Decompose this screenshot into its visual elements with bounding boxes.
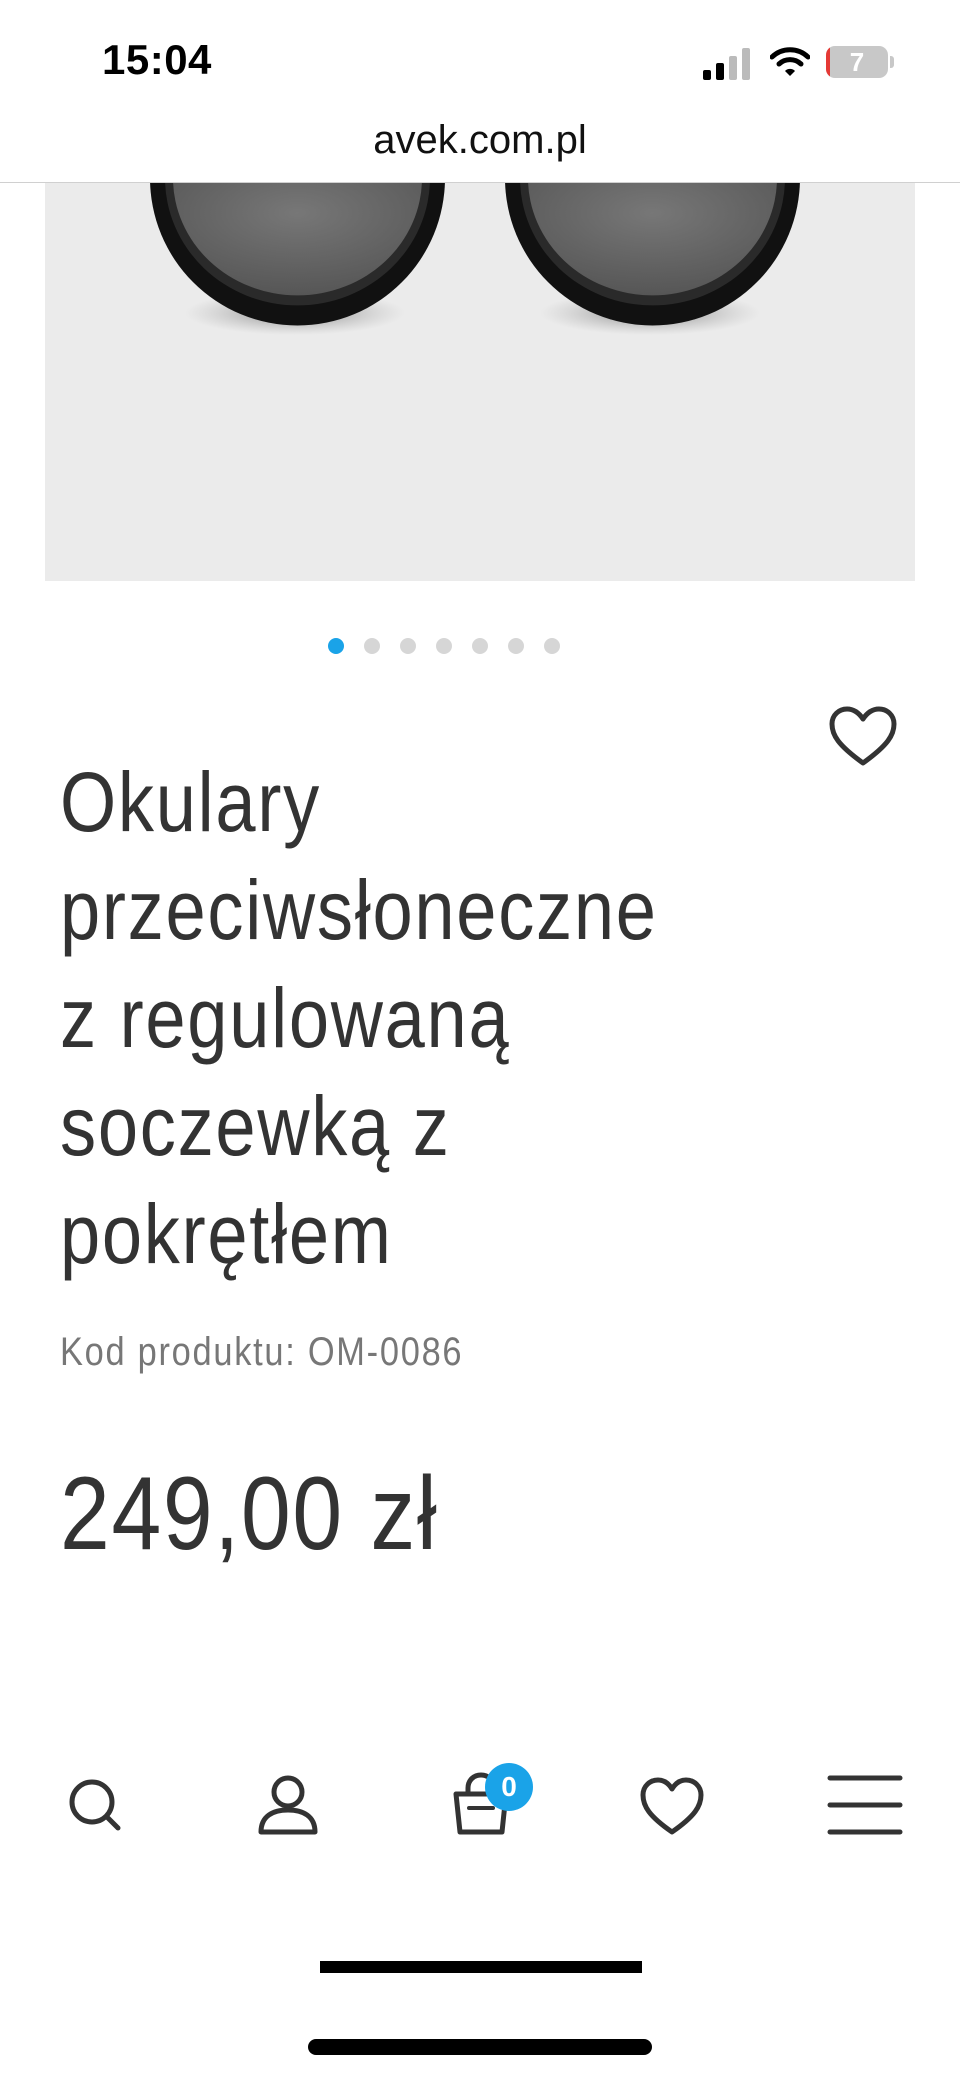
cellular-signal-icon (703, 48, 750, 80)
battery-indicator: 7 (826, 46, 888, 78)
carousel-dot[interactable] (544, 638, 560, 654)
status-time: 15:04 (102, 36, 212, 83)
product-title: Okulary przeciwsłoneczne z regulowaną so… (60, 748, 800, 1288)
product-title-line: z regulowaną (60, 971, 511, 1065)
address-bar-url: avek.com.pl (373, 118, 587, 162)
hamburger-menu-icon[interactable] (820, 1760, 910, 1850)
product-price: 249,00 zł (60, 1456, 439, 1572)
sunglasses-image (150, 183, 800, 335)
product-title-line: Okulary (60, 755, 321, 849)
heart-icon[interactable] (627, 1760, 717, 1850)
carousel-dot[interactable] (364, 638, 380, 654)
toolbar-divider (320, 1961, 642, 1973)
address-bar[interactable]: avek.com.pl (0, 108, 960, 183)
carousel-dot[interactable] (436, 638, 452, 654)
carousel-dot[interactable] (508, 638, 524, 654)
cart-count-badge: 0 (485, 1763, 533, 1811)
product-title-line: pokrętłem (60, 1187, 393, 1281)
carousel-dot[interactable] (472, 638, 488, 654)
status-bar: 15:04 7 (0, 0, 960, 112)
product-title-line: przeciwsłoneczne (60, 863, 658, 957)
product-title-line: soczewką z (60, 1079, 451, 1173)
carousel-dots (0, 638, 960, 654)
product-image[interactable] (45, 183, 915, 581)
battery-percent: 7 (849, 47, 865, 77)
product-code: Kod produktu: OM-0086 (60, 1330, 464, 1374)
battery-cap (890, 56, 894, 68)
carousel-dot[interactable] (400, 638, 416, 654)
bottom-navigation (0, 1760, 960, 1890)
home-indicator[interactable] (308, 2039, 652, 2055)
wifi-icon (770, 47, 810, 76)
carousel-dot-active[interactable] (328, 638, 344, 654)
user-icon[interactable] (243, 1760, 333, 1850)
search-icon[interactable] (50, 1760, 140, 1850)
wishlist-heart-icon[interactable] (828, 705, 898, 769)
